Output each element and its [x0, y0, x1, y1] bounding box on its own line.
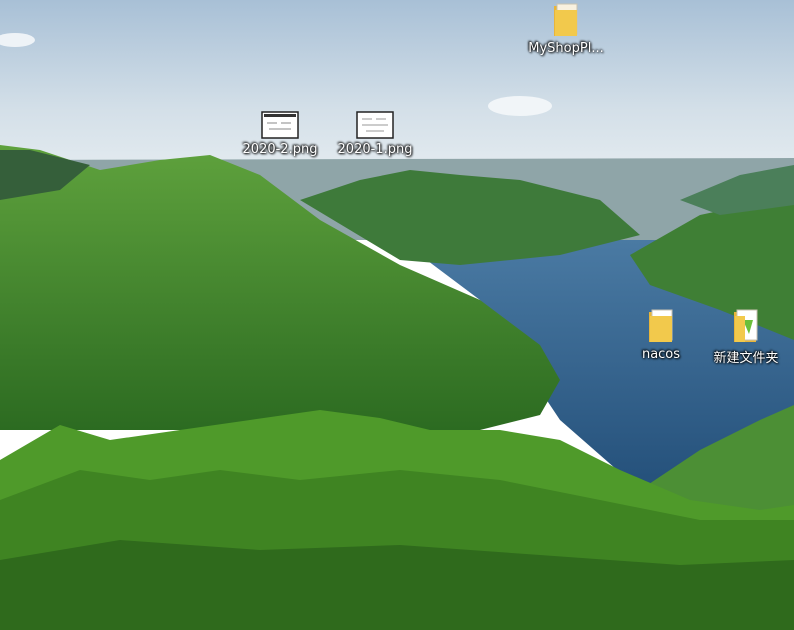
folder-icon	[554, 3, 578, 36]
desktop-icon-2020-1[interactable]: 2020-1.png	[327, 111, 423, 157]
desktop-icon-myshop[interactable]: MyShopPl...	[518, 2, 614, 56]
image-file-icon	[261, 111, 299, 139]
desktop-icon-label: 2020-2.png	[242, 142, 318, 157]
desktop-icon-label: MyShopPl...	[528, 41, 604, 56]
desktop-icon-label: nacos	[641, 347, 681, 362]
desktop-icon-label: 2020-1.png	[337, 142, 413, 157]
desktop-icon-2020-2[interactable]: 2020-2.png	[232, 111, 328, 157]
desktop-icon-nacos[interactable]: nacos	[613, 308, 709, 362]
desktop-icon-label: 新建文件夹	[713, 351, 779, 366]
desktop-icon-new-folder[interactable]: 新建文件夹	[698, 308, 794, 366]
folder-icon	[649, 309, 673, 342]
image-file-icon	[356, 111, 394, 139]
folder-icon	[734, 309, 758, 342]
